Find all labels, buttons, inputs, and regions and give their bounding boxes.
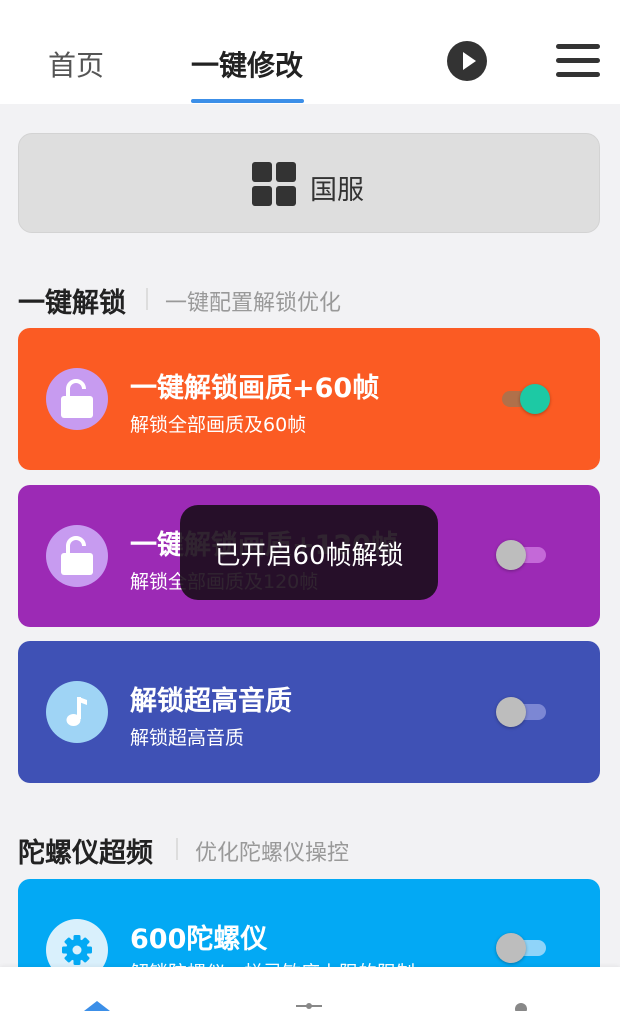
hq-audio-card[interactable]: 解锁超高音质 解锁超高音质 [18,641,600,783]
section-subtitle-unlock: 一键配置解锁优化 [165,291,342,316]
section-subtitle-gyro: 优化陀螺仪操控 [195,841,350,866]
tools-icon[interactable] [296,1003,322,1011]
home-icon[interactable] [84,1001,110,1011]
menu-icon[interactable] [556,42,600,80]
section-divider [176,838,178,860]
unlock-icon [46,368,108,430]
card-title: 解锁超高音质 [130,686,292,717]
server-label: 国服 [310,175,364,206]
play-icon[interactable] [447,41,487,81]
profile-icon[interactable] [513,1001,529,1011]
card-title: 一键解锁画质+60帧 [130,373,380,404]
card-title: 600陀螺仪 [130,924,268,955]
toggle-switch-off[interactable] [496,540,552,570]
active-tab-indicator [191,99,304,103]
card-description: 解锁全部画质及60帧 [130,414,307,436]
tab-home[interactable]: 首页 [48,44,104,84]
toggle-switch-on[interactable] [496,384,552,414]
top-bar: 首页 一键修改 [0,0,620,104]
section-title-gyro: 陀螺仪超频 [18,838,153,869]
server-select-button[interactable]: 国服 [18,133,600,233]
toggle-switch-off[interactable] [496,933,552,963]
unlock-icon [46,525,108,587]
toggle-switch-off[interactable] [496,697,552,727]
toast-text: 已开启60帧解锁 [214,541,404,571]
tab-one-click-modify[interactable]: 一键修改 [191,44,303,84]
grid-icon [252,162,296,206]
gyro-600-card[interactable]: 600陀螺仪 解锁陀螺仪一栏灵敏度上限的限制 [18,879,600,979]
unlock-60fps-card[interactable]: 一键解锁画质+60帧 解锁全部画质及60帧 [18,328,600,470]
bottom-nav [0,967,620,1011]
card-description: 解锁超高音质 [130,727,245,749]
section-title-unlock: 一键解锁 [18,288,126,319]
section-divider [146,288,148,310]
toast-message: 已开启60帧解锁 [180,505,438,600]
music-note-icon [46,681,108,743]
